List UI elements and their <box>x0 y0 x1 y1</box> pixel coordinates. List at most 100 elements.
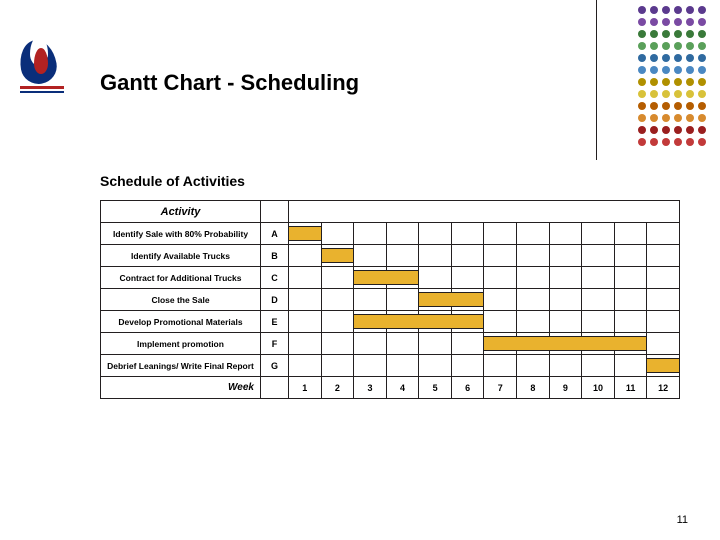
gantt-cell <box>289 289 322 311</box>
gantt-cell <box>614 223 647 245</box>
decorative-dot-grid <box>588 0 708 160</box>
gantt-cell <box>582 355 615 377</box>
activity-name: Identify Sale with 80% Probability <box>101 223 261 245</box>
gantt-cell <box>614 311 647 333</box>
table-row: Close the SaleD <box>101 289 680 311</box>
gantt-cell <box>582 267 615 289</box>
gantt-cell <box>289 355 322 377</box>
gantt-cell <box>549 333 582 355</box>
gantt-cell <box>354 245 387 267</box>
gantt-bar <box>288 226 322 241</box>
gantt-cell <box>386 245 419 267</box>
table-row: Debrief Leanings/ Write Final ReportG <box>101 355 680 377</box>
gsu-flame-logo <box>20 36 64 93</box>
gantt-cell <box>289 245 322 267</box>
week-number: 5 <box>419 377 452 399</box>
gantt-cell <box>321 289 354 311</box>
gantt-cell <box>582 333 615 355</box>
gantt-chart: Activity Identify Sale with 80% Probabil… <box>100 200 680 399</box>
gantt-cell <box>614 267 647 289</box>
gantt-cell <box>451 267 484 289</box>
gantt-cell <box>517 267 550 289</box>
gantt-cell <box>289 333 322 355</box>
gantt-cell <box>289 223 322 245</box>
gantt-cell <box>321 333 354 355</box>
gantt-cell <box>549 223 582 245</box>
table-row: Identify Sale with 80% ProbabilityA <box>101 223 680 245</box>
gantt-cell <box>517 245 550 267</box>
gantt-cell <box>647 267 680 289</box>
week-number: 1 <box>289 377 322 399</box>
gantt-cell <box>451 289 484 311</box>
gantt-cell <box>321 267 354 289</box>
gantt-cell <box>419 289 452 311</box>
gantt-cell <box>419 223 452 245</box>
gantt-cell <box>321 245 354 267</box>
gantt-cell <box>419 355 452 377</box>
vertical-separator <box>596 0 597 160</box>
activity-code: F <box>261 333 289 355</box>
gantt-cell <box>549 267 582 289</box>
gantt-cell <box>517 311 550 333</box>
gantt-cell <box>354 311 387 333</box>
gantt-cell <box>647 289 680 311</box>
gantt-cell <box>354 355 387 377</box>
activity-code: E <box>261 311 289 333</box>
gantt-cell <box>582 289 615 311</box>
gantt-cell <box>614 355 647 377</box>
chart-subtitle: Schedule of Activities <box>100 173 245 189</box>
gantt-cell <box>386 311 419 333</box>
activity-name: Contract for Additional Trucks <box>101 267 261 289</box>
gantt-cell <box>289 267 322 289</box>
week-number: 3 <box>354 377 387 399</box>
gantt-cell <box>451 355 484 377</box>
gantt-cell <box>386 333 419 355</box>
gantt-bar <box>646 358 680 373</box>
activity-name: Debrief Leanings/ Write Final Report <box>101 355 261 377</box>
gantt-cell <box>354 267 387 289</box>
activity-name: Develop Promotional Materials <box>101 311 261 333</box>
activity-name: Close the Sale <box>101 289 261 311</box>
gantt-cell <box>484 311 517 333</box>
column-header-activity: Activity <box>101 201 261 223</box>
gantt-cell <box>354 223 387 245</box>
gantt-cell <box>451 223 484 245</box>
week-row-label: Week <box>101 377 261 399</box>
slide-title: Gantt Chart - Scheduling <box>100 70 359 96</box>
week-number: 10 <box>582 377 615 399</box>
gantt-cell <box>582 311 615 333</box>
gantt-cell <box>451 245 484 267</box>
gantt-cell <box>517 289 550 311</box>
gantt-bar <box>321 248 355 263</box>
gantt-cell <box>582 223 615 245</box>
gantt-cell <box>484 223 517 245</box>
column-header-code <box>261 201 289 223</box>
week-number: 9 <box>549 377 582 399</box>
week-number: 12 <box>647 377 680 399</box>
gantt-cell <box>289 311 322 333</box>
gantt-cell <box>484 267 517 289</box>
gantt-cell <box>484 333 517 355</box>
gantt-cell <box>647 355 680 377</box>
week-number: 11 <box>614 377 647 399</box>
gantt-cell <box>354 333 387 355</box>
gantt-cell <box>517 223 550 245</box>
activity-name: Identify Available Trucks <box>101 245 261 267</box>
gantt-cell <box>647 311 680 333</box>
gantt-cell <box>614 245 647 267</box>
gantt-cell <box>517 355 550 377</box>
activity-code: A <box>261 223 289 245</box>
gantt-cell <box>386 267 419 289</box>
gantt-cell <box>549 355 582 377</box>
week-number: 8 <box>517 377 550 399</box>
gantt-cell <box>451 333 484 355</box>
gantt-cell <box>549 311 582 333</box>
gantt-cell <box>517 333 550 355</box>
gantt-cell <box>386 289 419 311</box>
activity-name: Implement promotion <box>101 333 261 355</box>
gantt-cell <box>484 245 517 267</box>
week-number: 7 <box>484 377 517 399</box>
gantt-cell <box>419 333 452 355</box>
gantt-cell <box>647 245 680 267</box>
activity-code: B <box>261 245 289 267</box>
